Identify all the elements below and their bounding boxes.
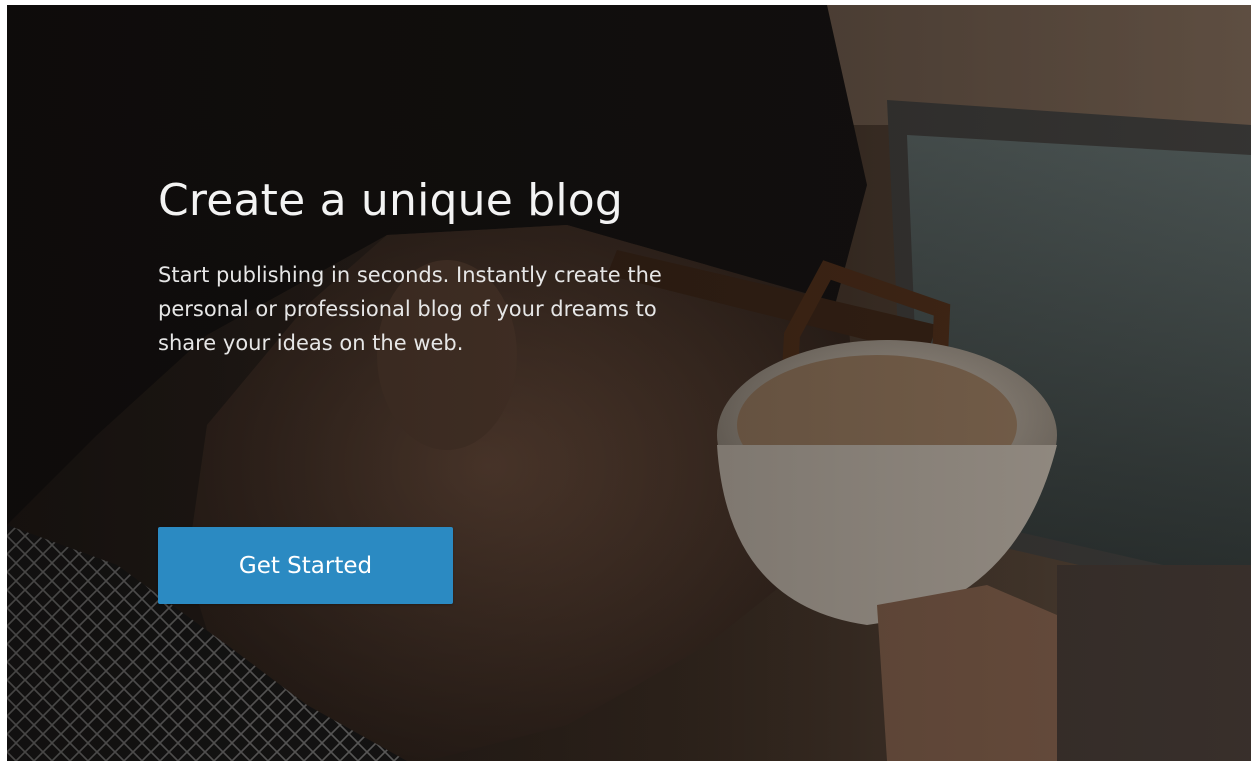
hero-overlay	[7, 5, 1251, 761]
get-started-button[interactable]: Get Started	[158, 527, 453, 604]
hero-banner: Create a unique blog Start publishing in…	[7, 5, 1251, 761]
hero-content: Create a unique blog Start publishing in…	[158, 173, 718, 360]
hero-title: Create a unique blog	[158, 175, 624, 226]
hero-description: Start publishing in seconds. Instantly c…	[158, 263, 662, 355]
